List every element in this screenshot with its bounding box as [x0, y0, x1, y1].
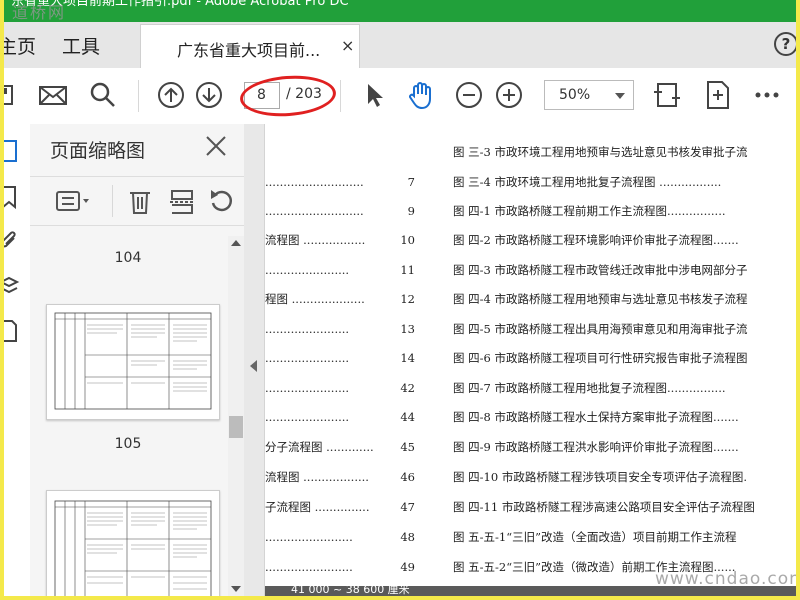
panel-splitter[interactable]	[244, 124, 265, 596]
toc-left-row: ....................... 14	[265, 351, 415, 365]
toc-left-row: ....................... 13	[265, 322, 415, 336]
page-thumbnails-panel: 页面缩略图 104 105	[30, 124, 245, 596]
document-view[interactable]: ........................... 7 ..........…	[265, 124, 796, 596]
acrobat-window: 广东省重大项目前期工作指引.pdf - Adobe Acrobat Pro DC…	[4, 0, 796, 596]
fit-page-icon[interactable]	[652, 80, 682, 110]
page-thumbnail[interactable]	[46, 490, 220, 596]
toc-left-row: ........................ 48	[265, 530, 415, 544]
more-options-icon[interactable]	[752, 80, 782, 110]
toc-left-column: ........................... 7 ..........…	[265, 124, 415, 596]
toc-entry[interactable]: 图 三-3 市政环境工程用地预审与选址意见书核发审批子流	[453, 142, 748, 162]
thumbnail-scrollbar[interactable]	[228, 236, 244, 596]
thumbnail-table-preview	[54, 312, 212, 410]
toc-entry[interactable]: 图 四-4 市政路桥隧工程用地预审与选址意见书核发子流程	[453, 289, 748, 309]
close-tab-button[interactable]: ×	[341, 36, 354, 55]
page-thumbnail[interactable]	[46, 304, 220, 420]
scroll-up-icon[interactable]	[231, 240, 241, 246]
left-navigation-rail	[4, 124, 31, 596]
save-icon[interactable]	[4, 80, 26, 110]
document-tab-label: 广东省重大项目前...	[177, 41, 321, 60]
full-screen-icon[interactable]	[702, 80, 732, 110]
thumbnail-options-icon[interactable]	[54, 187, 94, 215]
next-page-icon[interactable]	[194, 80, 224, 110]
panel-title: 页面缩略图	[50, 140, 146, 162]
trash-icon[interactable]	[126, 187, 154, 215]
toolbar-separator	[340, 80, 341, 112]
toc-left-row: 子流程图 ............... 47	[265, 500, 415, 514]
thumbnail-page-number: 104	[114, 250, 142, 266]
toc-left-row: ........................... 9	[265, 204, 415, 218]
toc-entry[interactable]: 图 五-五-1“三旧”改造（全面改造）项目前期工作主流程	[453, 527, 737, 547]
toc-entry[interactable]: 图 四-9 市政路桥隧工程洪水影响评价审批子流程图.......	[453, 437, 739, 457]
page-icon[interactable]	[4, 318, 20, 344]
attachments-icon[interactable]	[4, 228, 20, 254]
toc-left-row: 程图 .................... 12	[265, 292, 415, 306]
toc-entry[interactable]: 图 四-3 市政路桥隧工程市政管线迁改审批中涉电网部分子	[453, 260, 748, 280]
hand-tool-icon[interactable]	[406, 80, 436, 110]
toc-entry[interactable]: 图 四-8 市政路桥隧工程水土保持方案审批子流程图.......	[453, 407, 739, 427]
thumbnail-table-preview	[54, 500, 212, 596]
toc-entry[interactable]: 图 三-4 市政环境工程用地批复子流程图 .................	[453, 172, 721, 192]
tab-bar: 主页 工具 广东省重大项目前... × ?	[4, 22, 796, 69]
scrollbar-thumb[interactable]	[229, 416, 243, 438]
toc-left-row: 分子流程图 ............. 45	[265, 440, 415, 454]
toc-left-row	[265, 142, 415, 162]
zoom-dropdown[interactable]: 50%	[544, 80, 634, 110]
toc-left-row: ....................... 11	[265, 263, 415, 277]
toc-entry[interactable]: 图 四-7 市政路桥隧工程用地批复子流程图................	[453, 378, 726, 398]
toc-left-row: 流程图 ................. 10	[265, 233, 415, 247]
chevron-down-icon	[615, 93, 625, 99]
main-toolbar: 8 / 203 50%	[4, 68, 796, 125]
zoom-value: 50%	[559, 87, 591, 103]
select-cursor-icon[interactable]	[360, 80, 390, 110]
zoom-in-icon[interactable]	[494, 80, 524, 110]
bookmarks-icon[interactable]	[4, 184, 20, 210]
zoom-out-icon[interactable]	[454, 80, 484, 110]
tab-document[interactable]: 广东省重大项目前... ×	[140, 24, 360, 69]
toc-entry[interactable]: 图 四-6 市政路桥隧工程项目可行性研究报告审批子流程图	[453, 348, 748, 368]
help-icon[interactable]: ?	[774, 32, 796, 56]
scroll-down-icon[interactable]	[231, 586, 241, 592]
measurement-text: 41 000 ~ 38 600 厘米	[291, 583, 410, 596]
title-bar: 广东省重大项目前期工作指引.pdf - Adobe Acrobat Pro DC…	[4, 0, 796, 22]
toc-entry[interactable]: 图 四-10 市政路桥隧工程涉铁项目安全专项评估子流程图.	[453, 467, 747, 487]
previous-page-icon[interactable]	[156, 80, 186, 110]
red-annotation-oval	[238, 72, 338, 120]
watermark-bottom: www.cndao.com	[655, 569, 796, 589]
thumbnail-page-number: 105	[114, 436, 142, 452]
toc-left-row: ....................... 44	[265, 410, 415, 424]
tab-tools[interactable]: 工具	[62, 32, 100, 59]
toolbar-separator	[138, 80, 139, 112]
watermark-top: 道桥网	[12, 3, 67, 22]
email-icon[interactable]	[38, 80, 68, 110]
tab-home[interactable]: 主页	[4, 32, 36, 59]
toc-entry[interactable]: 图 四-1 市政路桥隧工程前期工作主流程图................	[453, 201, 726, 221]
toc-entry[interactable]: 图 四-5 市政路桥隧工程出具用海预审意见和用海审批子流	[453, 319, 748, 339]
panel-toolbar	[30, 176, 244, 226]
toc-left-row: 流程图 .................. 46	[265, 470, 415, 484]
collapse-panel-icon[interactable]	[250, 360, 257, 372]
close-icon[interactable]	[204, 134, 228, 158]
thumbnail-list: 104 105	[30, 228, 226, 596]
page-thumbnails-icon[interactable]	[4, 138, 20, 164]
toc-entry[interactable]: 图 四-11 市政路桥隧工程涉高速公路项目安全评估子流程图	[453, 497, 755, 517]
toc-right-column: 图 三-3 市政环境工程用地预审与选址意见书核发审批子流 图 三-4 市政环境工…	[453, 124, 796, 596]
panel-separator	[112, 185, 113, 217]
toc-left-row: ........................ 49	[265, 560, 415, 574]
toc-left-row: ........................... 7	[265, 175, 415, 189]
rotate-icon[interactable]	[208, 187, 236, 215]
toc-entry[interactable]: 图 四-2 市政路桥隧工程环境影响评价审批子流程图.......	[453, 230, 739, 250]
split-pages-icon[interactable]	[168, 187, 196, 215]
search-icon[interactable]	[88, 80, 118, 110]
toc-left-row: ....................... 42	[265, 381, 415, 395]
layers-icon[interactable]	[4, 274, 20, 300]
